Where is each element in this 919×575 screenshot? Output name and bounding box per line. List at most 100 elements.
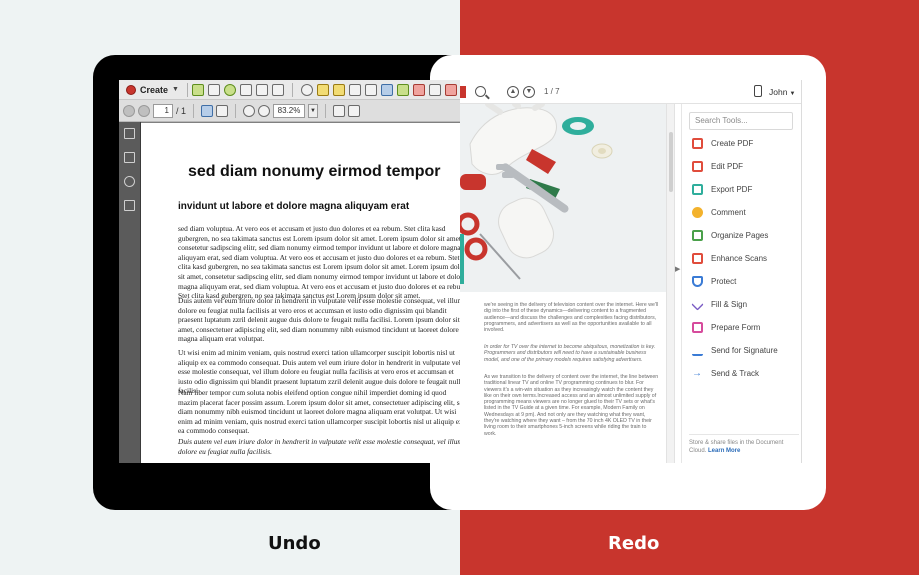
- hand-tool-icon[interactable]: [216, 104, 229, 117]
- tools-pane: Search Tools... Create PDF Edit PDF Expo…: [682, 104, 801, 463]
- export-pdf-icon: [692, 183, 703, 195]
- send-track-icon: →: [692, 367, 702, 379]
- search-icon[interactable]: [475, 86, 486, 97]
- tool-export-pdf[interactable]: Export PDF: [692, 181, 752, 197]
- tool-fill-sign[interactable]: Fill & Sign: [691, 296, 748, 312]
- toolbar-divider: [186, 82, 188, 97]
- page-total: / 1: [176, 105, 187, 116]
- create-label: Create: [140, 84, 169, 95]
- tool-label: Export PDF: [711, 184, 753, 194]
- mobile-device-icon[interactable]: [754, 85, 762, 97]
- form-icon[interactable]: [428, 83, 441, 96]
- edit-document-icon[interactable]: [255, 83, 268, 96]
- tool-label: Enhance Scans: [711, 253, 768, 263]
- new-top-bar: ▲ ▼ 1 / 7 John ▼: [460, 80, 801, 104]
- zoom-level-field[interactable]: 83.2%: [273, 103, 306, 118]
- next-page-button[interactable]: [138, 104, 150, 117]
- highlight-icon[interactable]: [364, 83, 377, 96]
- tool-create-pdf[interactable]: Create PDF: [692, 135, 753, 151]
- next-page-icon[interactable]: ▼: [523, 86, 535, 98]
- tool-label: Create PDF: [711, 138, 754, 148]
- full-screen-icon[interactable]: [348, 104, 361, 117]
- document-cloud-promo: Store & share files in the Document Clou…: [689, 434, 799, 455]
- document-subheading: invidunt ut labore et dolore magna aliqu…: [178, 201, 410, 212]
- edit-pdf-icon: [692, 160, 703, 172]
- document-scrollbar[interactable]: [666, 104, 675, 463]
- protect-icon: [692, 275, 703, 287]
- tool-label: Organize Pages: [711, 230, 769, 240]
- document-page: sed diam nonumy eirmod tempor invidunt u…: [141, 123, 460, 463]
- bookmarks-panel-icon[interactable]: [124, 152, 135, 163]
- document-text-area: we're seeing in the delivery of televisi…: [460, 292, 666, 463]
- save-icon[interactable]: [207, 83, 220, 96]
- learn-more-link[interactable]: Learn More: [708, 448, 740, 454]
- zoom-dropdown-icon[interactable]: ▼: [308, 103, 319, 118]
- stamp-icon[interactable]: [332, 83, 345, 96]
- old-left-sidebar: [119, 122, 141, 463]
- toolbar-divider: [193, 103, 195, 118]
- export-icon[interactable]: [396, 83, 409, 96]
- scrollbar-thumb[interactable]: [669, 132, 673, 192]
- page-number-input[interactable]: 1: [153, 103, 173, 118]
- document-heading: sed diam nonumy eirmod tempor: [188, 163, 441, 180]
- attach-icon[interactable]: [348, 83, 361, 96]
- tool-edit-pdf[interactable]: Edit PDF: [692, 158, 743, 174]
- email-icon[interactable]: [271, 83, 284, 96]
- old-navigation-toolbar: 1 / 1 83.2% ▼: [119, 100, 460, 122]
- print-icon[interactable]: [239, 83, 252, 96]
- document-paragraph: In order for TV over the internet to bec…: [484, 344, 656, 363]
- tool-label: Edit PDF: [711, 161, 744, 171]
- create-pdf-icon: [692, 137, 703, 149]
- tool-organize-pages[interactable]: Organize Pages: [692, 227, 768, 243]
- create-icon: [126, 84, 136, 95]
- tool-label: Protect: [711, 276, 737, 286]
- redo-caption: Redo: [608, 533, 660, 554]
- share-icon[interactable]: [412, 83, 425, 96]
- document-paragraph: sed diam voluptua. At vero eos et accusa…: [178, 224, 460, 301]
- zoom-out-icon[interactable]: [243, 104, 256, 117]
- tool-label: Send for Signature: [711, 345, 778, 355]
- old-main-toolbar: Create ▼: [119, 80, 460, 100]
- chevron-down-icon: ▼: [789, 91, 796, 97]
- tool-label: Send & Track: [711, 368, 760, 378]
- tool-send-track[interactable]: → Send & Track: [692, 365, 759, 381]
- toolbar-divider: [235, 103, 237, 118]
- open-folder-icon[interactable]: [191, 83, 204, 96]
- user-menu[interactable]: John ▼: [769, 87, 795, 97]
- document-paragraph: As we transition to the delivery of cont…: [484, 374, 659, 437]
- organize-pages-icon: [692, 229, 703, 241]
- tool-label: Prepare Form: [711, 322, 761, 332]
- cloud-upload-icon[interactable]: [223, 83, 236, 96]
- document-paragraph: Nam liber tempor cum soluta nobis eleife…: [178, 388, 460, 436]
- previous-page-button[interactable]: [123, 104, 135, 117]
- tool-label: Fill & Sign: [711, 299, 748, 309]
- comment-icon: [692, 206, 703, 218]
- review-icon[interactable]: [444, 83, 457, 96]
- tool-enhance-scans[interactable]: Enhance Scans: [692, 250, 767, 266]
- comment-bubble-icon[interactable]: [316, 83, 329, 96]
- fill-sign-icon: [691, 297, 704, 311]
- zoom-in-icon[interactable]: [258, 104, 271, 117]
- sign-icon[interactable]: [380, 83, 393, 96]
- undo-caption: Undo: [268, 533, 321, 554]
- create-button[interactable]: Create ▼: [122, 82, 183, 98]
- tool-prepare-form[interactable]: Prepare Form: [692, 319, 760, 335]
- pages-panel-icon[interactable]: [124, 128, 135, 139]
- user-name: John: [769, 87, 788, 97]
- attachments-panel-icon[interactable]: [124, 176, 135, 187]
- search-tools-input[interactable]: Search Tools...: [689, 112, 793, 130]
- settings-icon[interactable]: [300, 83, 313, 96]
- new-acrobat-window: ▲ ▼ 1 / 7 John ▼ we're seeing in the del…: [460, 80, 802, 463]
- collapse-panel-icon[interactable]: ▶: [675, 265, 680, 273]
- fit-page-icon[interactable]: [333, 104, 346, 117]
- signatures-panel-icon[interactable]: [124, 200, 135, 211]
- enhance-scans-icon: [692, 252, 703, 264]
- tool-comment[interactable]: Comment: [692, 204, 746, 220]
- craft-tools-photo: [460, 104, 666, 292]
- page-indicator: 1 / 7: [544, 87, 560, 96]
- tool-send-for-signature[interactable]: Send for Signature: [692, 342, 778, 358]
- prepare-form-icon: [692, 321, 703, 333]
- select-cursor-icon[interactable]: [201, 104, 214, 117]
- tool-protect[interactable]: Protect: [692, 273, 736, 289]
- previous-page-icon[interactable]: ▲: [507, 86, 519, 98]
